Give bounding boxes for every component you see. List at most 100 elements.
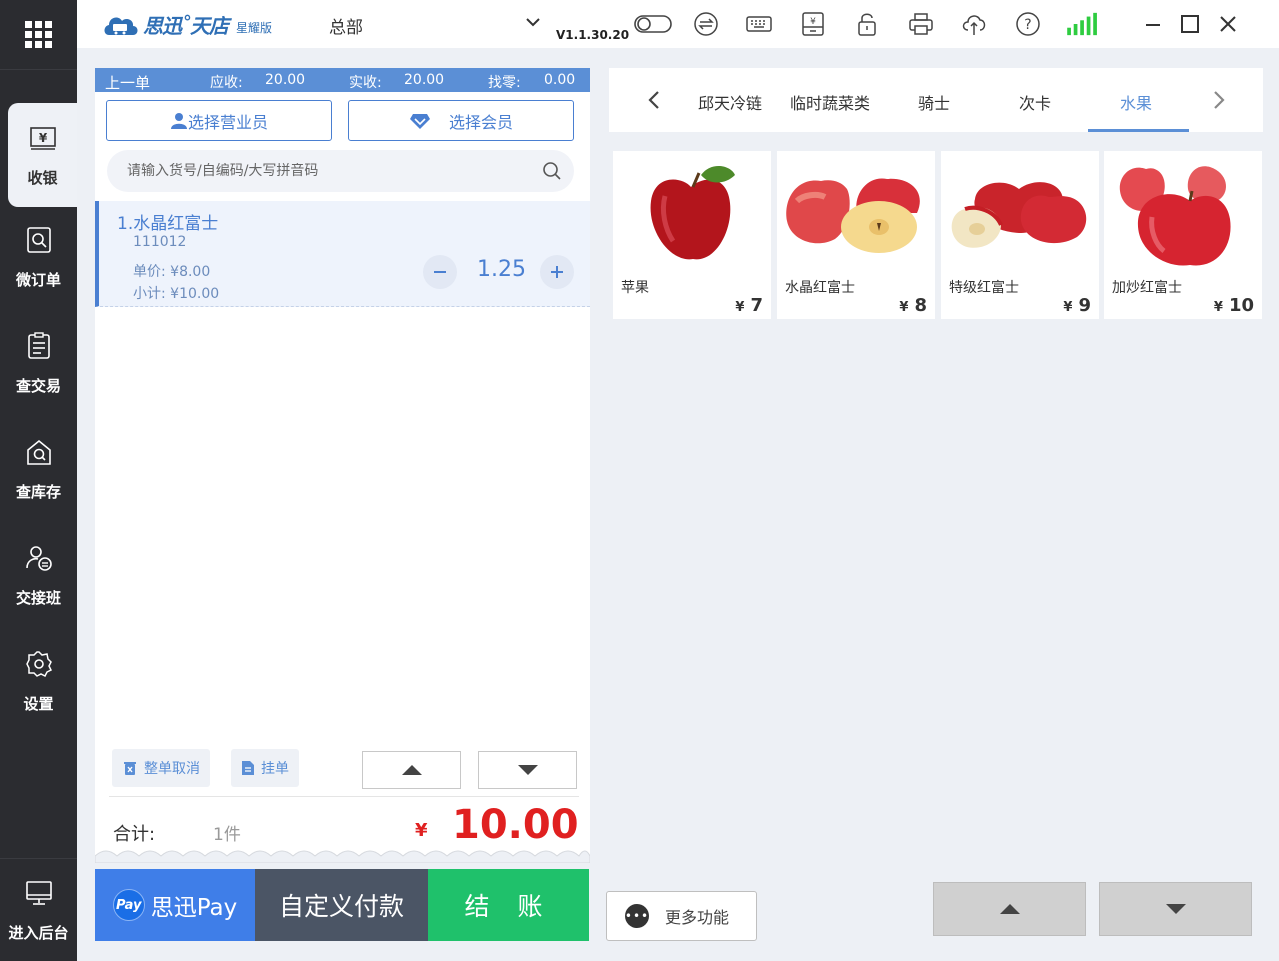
payment-bar: Pay 思迅Pay 自定义付款 结 账 bbox=[95, 869, 589, 941]
cart-item-unit-price: 单价: ¥8.00 bbox=[133, 264, 211, 280]
total-currency: ¥ bbox=[415, 820, 428, 841]
cart-scroll-up-button[interactable] bbox=[362, 751, 461, 789]
sidebar-item-backend[interactable]: 进入后台 bbox=[0, 858, 77, 961]
cart-row[interactable]: 1.水晶红富士 111012 单价: ¥8.00 小计: ¥10.00 1.25 bbox=[95, 201, 590, 307]
chevron-left-icon[interactable] bbox=[643, 88, 667, 112]
product-card[interactable]: 水晶红富士 ¥8 bbox=[777, 151, 935, 319]
brand-logo: 思迅˚天店 星耀版 bbox=[101, 10, 272, 39]
cancel-order-label: 整单取消 bbox=[144, 761, 200, 777]
brand-name: 思迅˚天店 bbox=[143, 14, 229, 38]
active-tab-indicator bbox=[1088, 129, 1189, 132]
sixun-pay-label: 思迅Pay bbox=[150, 895, 238, 921]
lock-icon bbox=[858, 13, 876, 36]
triangle-down-icon bbox=[1165, 904, 1186, 914]
checkout-button[interactable]: 结 账 bbox=[428, 869, 589, 941]
apple-image bbox=[1119, 166, 1231, 266]
cloud-upload-icon bbox=[962, 15, 986, 35]
product-price-value: 8 bbox=[914, 295, 927, 316]
tab-category-1[interactable]: 邱天冷链 bbox=[698, 90, 762, 114]
product-name: 水晶红富士 bbox=[785, 280, 855, 296]
more-functions-button[interactable]: ••• 更多功能 bbox=[606, 891, 757, 941]
divider bbox=[109, 796, 579, 797]
exchange-icon bbox=[694, 12, 718, 36]
product-price-value: 9 bbox=[1078, 295, 1091, 316]
change-label: 找零: bbox=[488, 75, 521, 91]
product-card[interactable]: 加炒红富士 ¥10 bbox=[1104, 151, 1262, 319]
close-icon[interactable] bbox=[1214, 10, 1242, 38]
gear-icon bbox=[25, 650, 52, 677]
minimize-icon[interactable] bbox=[1139, 10, 1167, 38]
app-menu-button[interactable] bbox=[0, 0, 77, 70]
qty-decrease-button[interactable] bbox=[423, 255, 457, 289]
cash-drawer-button[interactable]: ¥ bbox=[799, 10, 827, 38]
product-page-down-button[interactable] bbox=[1099, 882, 1252, 936]
lock-button[interactable] bbox=[853, 10, 881, 38]
chevron-right-icon[interactable] bbox=[1206, 88, 1230, 112]
sixun-pay-button[interactable]: Pay 思迅Pay bbox=[95, 869, 255, 941]
cloud-sync-button[interactable] bbox=[960, 10, 988, 38]
cart-item-code: 111012 bbox=[133, 234, 187, 250]
sidebar-item-label: 进入后台 bbox=[8, 924, 69, 942]
select-clerk-button[interactable]: 选择营业员 bbox=[106, 100, 332, 141]
cash-drawer-icon: ¥ bbox=[802, 12, 824, 36]
search-input[interactable] bbox=[127, 163, 527, 179]
toggle-switch[interactable] bbox=[633, 10, 673, 38]
tab-category-5[interactable]: 水果 bbox=[1120, 90, 1152, 114]
sidebar-item-cashier[interactable]: ¥ 收银 bbox=[8, 103, 77, 207]
brand-edition: 星耀版 bbox=[236, 21, 273, 35]
chevron-down-icon[interactable] bbox=[523, 12, 543, 32]
more-functions-label: 更多功能 bbox=[665, 908, 730, 927]
apple-image bbox=[786, 178, 920, 253]
due-label: 应收: bbox=[210, 75, 243, 91]
sidebar-item-inventory[interactable]: 查库存 bbox=[0, 417, 77, 521]
tab-category-4[interactable]: 次卡 bbox=[1019, 90, 1051, 114]
plus-icon bbox=[551, 266, 563, 278]
product-price: ¥8 bbox=[899, 295, 927, 316]
maximize-icon[interactable] bbox=[1176, 10, 1204, 38]
product-card[interactable]: 苹果 ¥7 bbox=[613, 151, 771, 319]
product-currency: ¥ bbox=[1063, 300, 1073, 315]
print-button[interactable] bbox=[907, 10, 935, 38]
cancel-order-button[interactable]: 整单取消 bbox=[112, 749, 210, 787]
qty-increase-button[interactable] bbox=[540, 255, 574, 289]
sidebar-item-label: 收银 bbox=[27, 168, 58, 187]
select-member-button[interactable]: 选择会员 bbox=[348, 100, 574, 141]
sidebar-item-transactions[interactable]: 查交易 bbox=[0, 311, 77, 415]
sidebar-item-settings[interactable]: 设置 bbox=[0, 629, 77, 733]
toggle-icon bbox=[634, 15, 672, 33]
total-label: 合计: bbox=[113, 824, 156, 845]
previous-order-link[interactable]: 上一单 bbox=[105, 72, 150, 93]
sidebar-item-shift[interactable]: 交接班 bbox=[0, 523, 77, 627]
monitor-icon bbox=[25, 881, 52, 905]
hold-order-button[interactable]: 挂单 bbox=[231, 749, 299, 787]
product-card[interactable]: 特级红富士 ¥9 bbox=[941, 151, 1099, 319]
cart-scroll-down-button[interactable] bbox=[478, 751, 577, 789]
apple-image bbox=[951, 182, 1087, 248]
triangle-down-icon bbox=[517, 765, 538, 775]
sidebar-item-label: 交接班 bbox=[15, 588, 61, 607]
inventory-icon bbox=[26, 439, 51, 465]
store-selector[interactable]: 总部 bbox=[329, 13, 363, 38]
product-name: 特级红富士 bbox=[949, 280, 1019, 296]
more-dots-icon: ••• bbox=[625, 904, 649, 928]
help-button[interactable]: ? bbox=[1014, 10, 1042, 38]
keyboard-button[interactable] bbox=[745, 10, 773, 38]
product-page-up-button[interactable] bbox=[933, 882, 1086, 936]
pos-app: ¥ 收银 微订单 查交易 查库存 交接班 设置 进入后台 思迅˚天店 星耀版 总… bbox=[0, 0, 1279, 961]
paid-label: 实收: bbox=[349, 75, 382, 91]
cart-item-subtotal: 小计: ¥10.00 bbox=[133, 286, 220, 302]
keyboard-icon bbox=[746, 16, 772, 32]
sidebar-item-label: 查库存 bbox=[15, 482, 61, 501]
product-currency: ¥ bbox=[899, 300, 909, 315]
custom-payment-button[interactable]: 自定义付款 bbox=[255, 869, 428, 941]
search-icon[interactable] bbox=[542, 161, 562, 181]
apple-image bbox=[650, 165, 735, 260]
cart-item-name: 1.水晶红富士 bbox=[117, 214, 219, 234]
tab-category-2[interactable]: 临时蔬菜类 bbox=[790, 90, 870, 114]
tab-category-3[interactable]: 骑士 bbox=[918, 90, 950, 114]
order-summary-bar: 上一单 应收: 20.00 实收: 20.00 找零: 0.00 bbox=[95, 68, 590, 92]
svg-text:¥: ¥ bbox=[810, 17, 816, 27]
exchange-button[interactable] bbox=[692, 10, 720, 38]
sidebar-item-micro-order[interactable]: 微订单 bbox=[0, 205, 77, 309]
cart-item-qty[interactable]: 1.25 bbox=[477, 257, 526, 282]
